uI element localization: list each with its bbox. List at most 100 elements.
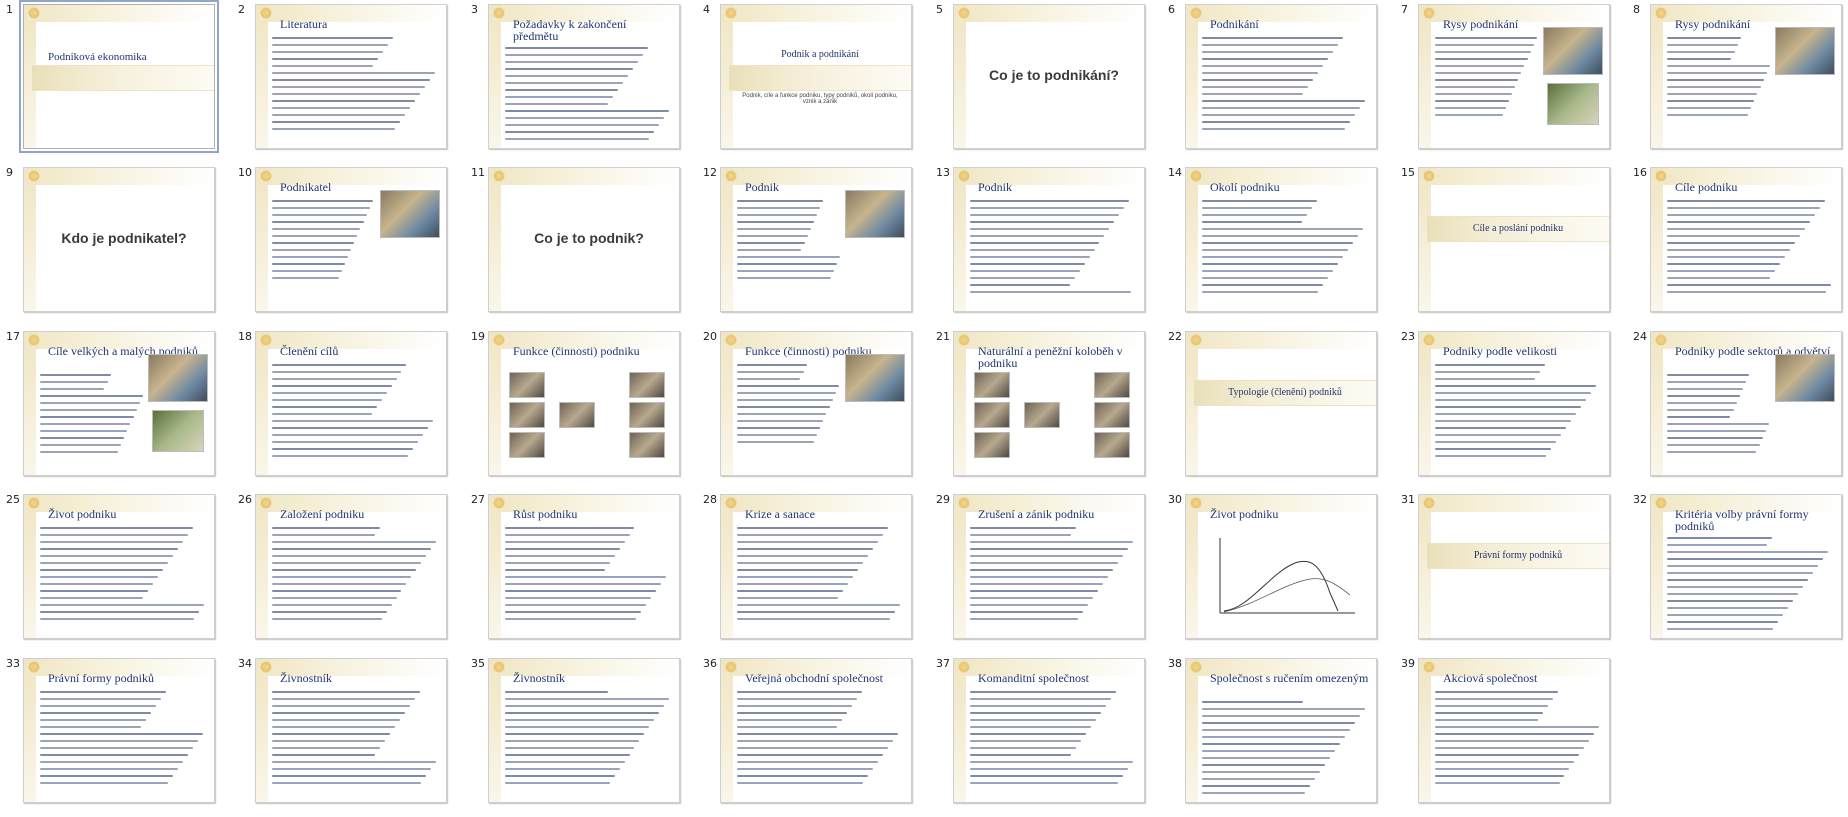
slide-thumbnail-cell[interactable]: 13 Podnik bbox=[930, 163, 1161, 326]
slide-thumbnail[interactable]: Cíle a poslání podniku bbox=[1418, 167, 1610, 312]
slide-decor-left bbox=[256, 5, 268, 148]
slide-thumbnail-cell[interactable]: 24 Podniky podle sektorů a odvětví bbox=[1627, 327, 1848, 490]
slide-thumbnail-cell[interactable]: 15 Cíle a poslání podniku bbox=[1395, 163, 1626, 326]
slide-thumbnail[interactable]: Členění cílů bbox=[255, 331, 447, 476]
slide-thumbnail-cell[interactable]: 14 Okolí podniku bbox=[1162, 163, 1393, 326]
slide-thumbnail[interactable]: Život podniku bbox=[23, 494, 215, 639]
flower-decor-icon bbox=[1423, 7, 1435, 19]
slide-thumbnail-cell[interactable]: 34 Živnostník bbox=[232, 654, 463, 817]
slide-thumbnail[interactable]: Kdo je podnikatel? bbox=[23, 167, 215, 312]
flower-decor-icon bbox=[260, 7, 272, 19]
slide-decor-top bbox=[954, 5, 1144, 22]
slide-thumbnail[interactable]: Živnostník bbox=[255, 658, 447, 803]
slide-number: 33 bbox=[6, 657, 20, 670]
slide-thumbnail[interactable]: Společnost s ručením omezeným bbox=[1185, 658, 1377, 803]
slide-thumbnail[interactable]: Právní formy podniků bbox=[1418, 494, 1610, 639]
slide-thumbnail[interactable]: Zrušení a zánik podniku bbox=[953, 494, 1145, 639]
slide-thumbnail-cell[interactable]: 28 Krize a sanace bbox=[697, 490, 928, 653]
slide-thumbnail-cell[interactable]: 22 Typologie (členění) podniků bbox=[1162, 327, 1393, 490]
slide-thumbnail[interactable]: Co je to podnik? bbox=[488, 167, 680, 312]
slide-photo bbox=[380, 190, 440, 238]
slide-thumbnail[interactable]: Cíle podniku bbox=[1650, 167, 1842, 312]
flower-decor-icon bbox=[958, 170, 970, 182]
slide-thumbnail-cell[interactable]: 35 Živnostník bbox=[465, 654, 696, 817]
slide-thumbnail-cell[interactable]: 11 Co je to podnik? bbox=[465, 163, 696, 326]
slide-thumbnail[interactable]: Rysy podnikání bbox=[1650, 4, 1842, 149]
slide-thumbnail[interactable]: Akciová společnost bbox=[1418, 658, 1610, 803]
slide-thumbnail-cell[interactable]: 4 Podnik a podnikání Podnik, cíle a funkce… bbox=[697, 0, 928, 163]
slide-thumbnail[interactable]: Co je to podnikání? bbox=[953, 4, 1145, 149]
slide-thumbnail[interactable]: Naturální a peněžní koloběh v podniku bbox=[953, 331, 1145, 476]
slide-thumbnail[interactable]: Kritéria volby právní formy podniků bbox=[1650, 494, 1842, 639]
slide-thumbnail-cell[interactable]: 2 Literatura bbox=[232, 0, 463, 163]
slide-thumbnail-cell[interactable]: 29 Zrušení a zánik podniku bbox=[930, 490, 1161, 653]
slide-thumbnail-cell[interactable]: 26 Založení podniku bbox=[232, 490, 463, 653]
slide-thumbnail-cell[interactable]: 39 Akciová společnost bbox=[1395, 654, 1626, 817]
slide-thumbnail[interactable]: Literatura bbox=[255, 4, 447, 149]
slide-number: 31 bbox=[1401, 493, 1415, 506]
slide-thumbnail-cell[interactable]: 32 Kritéria volby právní formy podniků bbox=[1627, 490, 1848, 653]
slide-thumbnail[interactable]: Založení podniku bbox=[255, 494, 447, 639]
slide-title: Právní formy podniků bbox=[48, 671, 154, 685]
slide-title: Právní formy podniků bbox=[1473, 550, 1563, 561]
slide-thumbnail[interactable]: Funkce (činnosti) podniku bbox=[488, 331, 680, 476]
slide-thumbnail-cell[interactable]: 25 Život podniku bbox=[0, 490, 231, 653]
slide-thumbnail-cell[interactable]: 5 Co je to podnikání? bbox=[930, 0, 1161, 163]
slide-thumbnail-cell[interactable]: 16 Cíle podniku bbox=[1627, 163, 1848, 326]
slide-thumbnail[interactable]: Podniky podle sektorů a odvětví bbox=[1650, 331, 1842, 476]
slide-thumbnail[interactable]: Podnik bbox=[720, 167, 912, 312]
slide-thumbnail[interactable]: Podnik bbox=[953, 167, 1145, 312]
slide-thumbnail-cell[interactable]: 1 Podniková ekonomika bbox=[0, 0, 231, 163]
slide-number: 32 bbox=[1633, 493, 1647, 506]
slide-title: Funkce (činnosti) podniku bbox=[513, 344, 640, 358]
slide-decor-left bbox=[1651, 495, 1663, 638]
slide-title: Cíle a poslání podniku bbox=[1472, 223, 1564, 234]
slide-thumbnail[interactable]: Život podniku bbox=[1185, 494, 1377, 639]
slide-thumbnail[interactable]: Podniková ekonomika bbox=[19, 0, 219, 153]
slide-thumbnail[interactable]: Požadavky k zakončení předmětu bbox=[488, 4, 680, 149]
slide-thumbnail[interactable]: Cíle velkých a malých podniků bbox=[23, 331, 215, 476]
slide-thumbnail[interactable]: Komanditní společnost bbox=[953, 658, 1145, 803]
slide-thumbnail[interactable]: Funkce (činnosti) podniku bbox=[720, 331, 912, 476]
slide-thumbnail-cell[interactable]: 19 Funkce (činnosti) podniku bbox=[465, 327, 696, 490]
slide-thumbnail-cell[interactable]: 10 Podnikatel bbox=[232, 163, 463, 326]
slide-thumbnail-cell[interactable]: 12 Podnik bbox=[697, 163, 928, 326]
slide-thumbnail-cell[interactable]: 23 Podniky podle velikosti bbox=[1395, 327, 1626, 490]
slide-photo bbox=[148, 354, 208, 402]
slide-thumbnail[interactable]: Okolí podniku bbox=[1185, 167, 1377, 312]
slide-thumbnail-cell[interactable]: 7 Rysy podnikání bbox=[1395, 0, 1626, 163]
slide-thumbnail-cell[interactable]: 36 Veřejná obchodní společnost bbox=[697, 654, 928, 817]
slide-thumbnail-cell[interactable]: 33 Právní formy podniků bbox=[0, 654, 231, 817]
slide-thumbnail[interactable]: Růst podniku bbox=[488, 494, 680, 639]
slide-decor-left bbox=[954, 5, 966, 148]
slide-thumbnail[interactable]: Podnik a podnikání Podnik, cíle a funkce … bbox=[720, 4, 912, 149]
slide-thumbnail-cell[interactable]: 27 Růst podniku bbox=[465, 490, 696, 653]
slide-thumbnail[interactable]: Podnikatel bbox=[255, 167, 447, 312]
slide-thumbnail-cell[interactable]: 8 Rysy podnikání bbox=[1627, 0, 1848, 163]
slide-thumbnail-cell[interactable]: 3 Požadavky k zakončení předmětu bbox=[465, 0, 696, 163]
slide-thumbnail-cell[interactable]: 6 Podnikání bbox=[1162, 0, 1393, 163]
slide-thumbnail-cell[interactable]: 17 Cíle velkých a malých podniků bbox=[0, 327, 231, 490]
slide-thumbnail[interactable]: Podniky podle velikosti bbox=[1418, 331, 1610, 476]
slide-thumbnail-cell[interactable]: 18 Členění cílů bbox=[232, 327, 463, 490]
slide-thumbnail[interactable]: Rysy podnikání bbox=[1418, 4, 1610, 149]
slide-thumbnail[interactable]: Krize a sanace bbox=[720, 494, 912, 639]
slide-thumbnail[interactable]: Veřejná obchodní společnost bbox=[720, 658, 912, 803]
slide-title: Živnostník bbox=[513, 671, 566, 685]
slide-thumbnail-cell[interactable]: 30 Život podniku bbox=[1162, 490, 1393, 653]
flower-decor-icon bbox=[1190, 7, 1202, 19]
slide-thumbnail[interactable]: Podnikání bbox=[1185, 4, 1377, 149]
slide-thumbnail-cell[interactable]: 37 Komanditní společnost bbox=[930, 654, 1161, 817]
slide-thumbnail[interactable]: Právní formy podniků bbox=[23, 658, 215, 803]
slide-decor-left bbox=[1186, 659, 1198, 802]
flower-decor-icon bbox=[1655, 7, 1667, 19]
slide-thumbnail-cell[interactable]: 21 Naturální a peněžní koloběh v podniku bbox=[930, 327, 1161, 490]
slide-thumbnail[interactable]: Typologie (členění) podniků bbox=[1185, 331, 1377, 476]
life-cycle-curve bbox=[1219, 538, 1355, 614]
slide-thumbnail-cell[interactable]: 31 Právní formy podniků bbox=[1395, 490, 1626, 653]
slide-body-text bbox=[272, 37, 438, 135]
slide-thumbnail-cell[interactable]: 38 Společnost s ručením omezeným bbox=[1162, 654, 1393, 817]
slide-thumbnail-cell[interactable]: 9 Kdo je podnikatel? bbox=[0, 163, 231, 326]
slide-thumbnail-cell[interactable]: 20 Funkce (činnosti) podniku bbox=[697, 327, 928, 490]
slide-thumbnail[interactable]: Živnostník bbox=[488, 658, 680, 803]
